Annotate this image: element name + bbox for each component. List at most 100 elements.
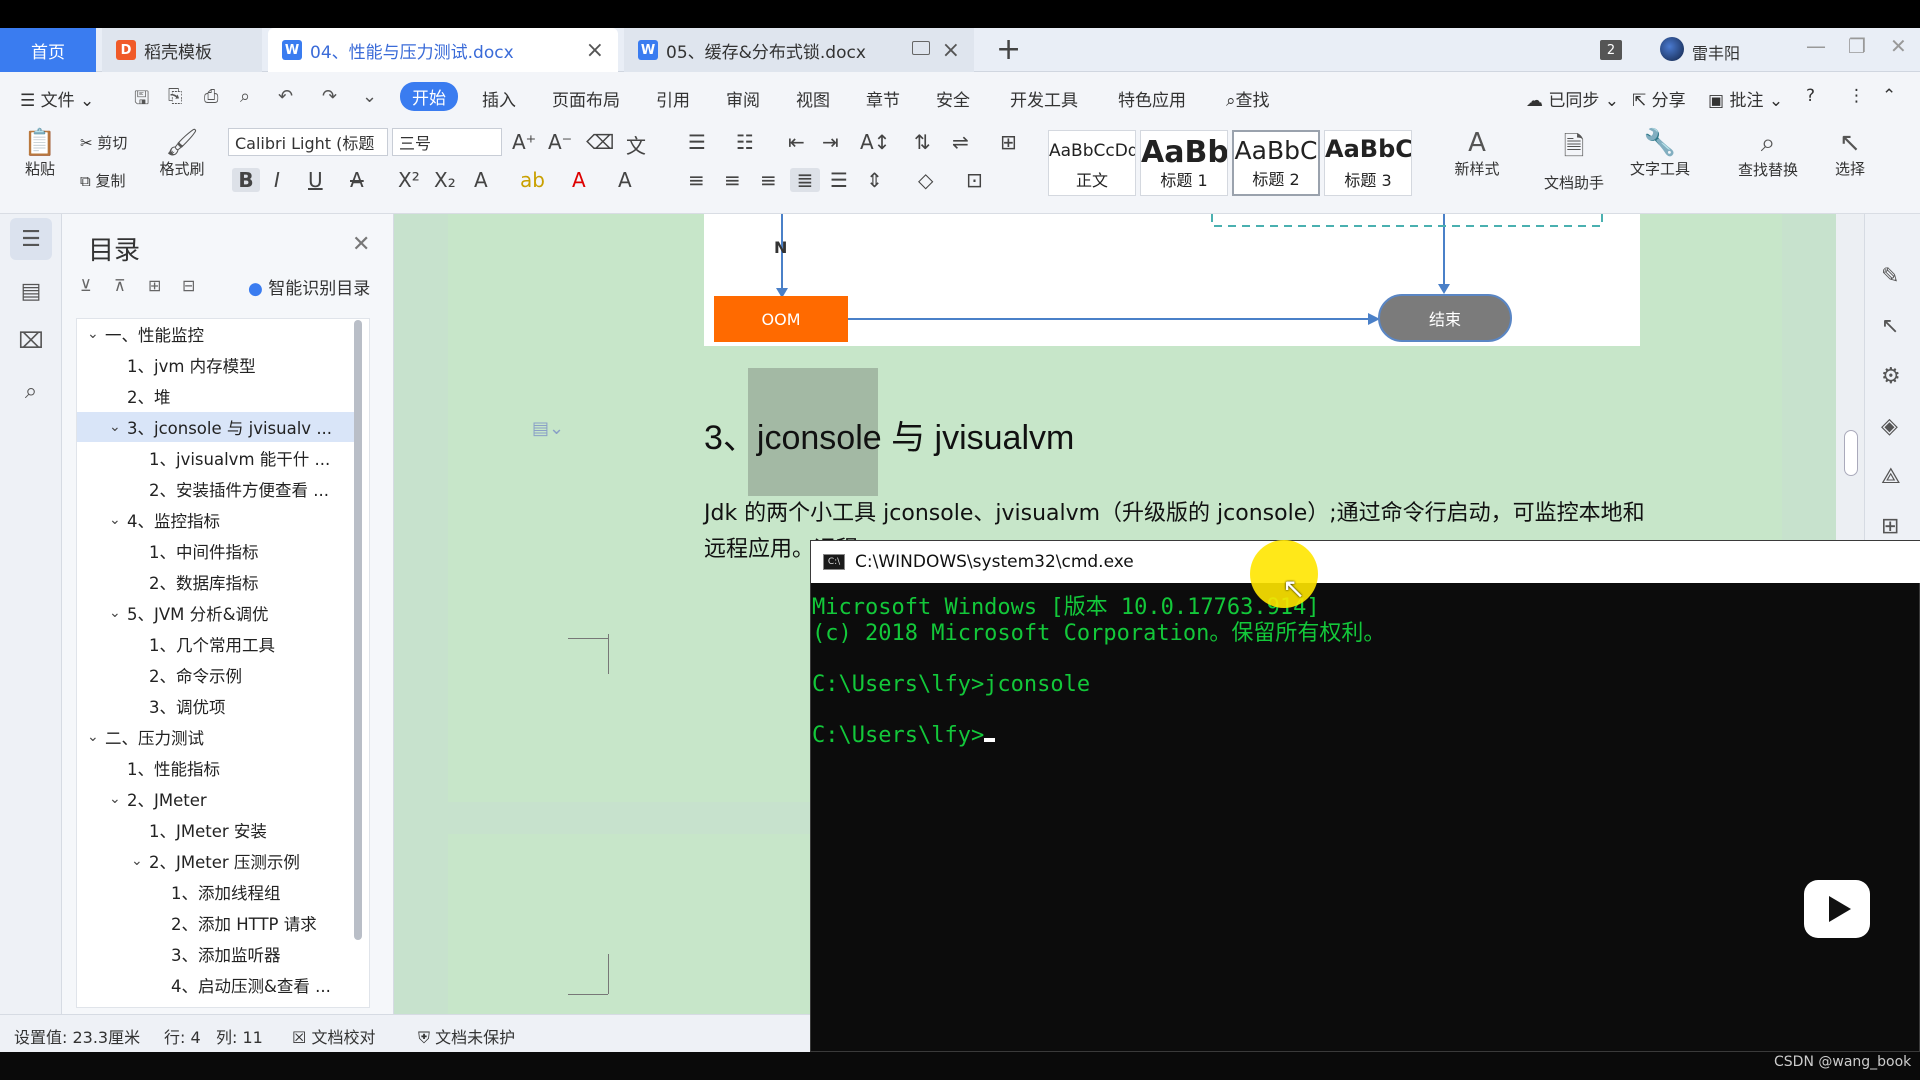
select-button[interactable]: ↖ 选择 [1820,128,1880,179]
bold-icon[interactable]: B [232,168,260,192]
toc-item[interactable]: 1、jvm 内存模型 [77,350,359,380]
paragraph-spacing-icon[interactable]: ⇕ [866,168,883,192]
justify-icon[interactable]: ≣ [790,168,820,192]
underline-icon[interactable]: U [308,168,323,192]
menu-insert[interactable]: 插入 [482,86,516,111]
bilibili-play-icon[interactable] [1804,880,1870,938]
help-icon[interactable]: ? [1806,86,1815,106]
print-icon[interactable]: ⎙ [204,86,218,107]
redo-icon[interactable]: ↷ [322,86,337,107]
menu-developer[interactable]: 开发工具 [1010,86,1078,111]
paste-button[interactable]: 📋 粘贴 [18,128,62,179]
style-heading-1[interactable]: AaBb 标题 1 [1140,130,1228,196]
restore-icon[interactable]: ❐ [1848,34,1866,58]
cmd-titlebar[interactable]: C:\ C:\WINDOWS\system32\cmd.exe [811,541,1920,583]
increase-indent-icon[interactable]: ⇥ [822,130,839,154]
toc-panel-icon[interactable]: ☰ [10,218,52,260]
menu-chapter[interactable]: 章节 [866,86,900,111]
tab-doc-performance[interactable]: W 04、性能与压力测试.docx × [268,28,618,72]
text-direction-icon[interactable]: A↕ [860,130,890,154]
toc-item[interactable]: 1、中间件指标 [77,536,359,566]
menu-search[interactable]: ⌕查找 [1226,86,1270,111]
pointer-icon[interactable]: ↖ [1881,314,1899,339]
shading-icon[interactable]: ◇ [918,168,933,192]
close-icon[interactable]: × [942,38,960,63]
close-icon[interactable]: × [586,38,604,63]
menu-reference[interactable]: 引用 [656,86,690,111]
sort-icon[interactable]: ⇅ [914,130,931,154]
chevron-down-icon[interactable]: ⌄ [109,419,127,435]
chevron-down-icon[interactable]: ⌄ [109,512,127,528]
toc-item[interactable]: ⌄ 2、JMeter 压测示例 [77,846,359,876]
menu-security[interactable]: 安全 [936,86,970,111]
shape-icon[interactable]: ◈ [1881,414,1898,439]
collapse-all-icon[interactable]: ⊼ [114,276,126,295]
toc-item[interactable]: ⌄ 5、JVM 分析&调优 [77,598,359,628]
cmd-output[interactable]: Microsoft Windows [版本 10.0.17763.914] (c)… [811,583,1920,1051]
toc-item[interactable]: 1、性能指标 [77,753,359,783]
window-count-badge[interactable]: 2 [1600,40,1622,60]
scroll-thumb[interactable] [1844,430,1858,476]
toc-item[interactable]: 3、添加监听器 [77,939,359,969]
smart-toc-button[interactable]: ● 智能识别目录 [248,274,370,299]
phonetic-icon[interactable]: 文 [626,130,646,159]
window-close-icon[interactable]: ✕ [1890,34,1907,58]
status-position-setting[interactable]: 设置值: 23.3厘米 [14,1024,140,1048]
share-button[interactable]: ⇱ 分享 [1632,86,1686,111]
section-heading[interactable]: 3、jconsole 与 jvisualvm [704,410,1074,459]
toc-item[interactable]: 2、添加 HTTP 请求 [77,908,359,938]
superscript-icon[interactable]: X² [398,168,420,192]
close-icon[interactable]: ✕ [352,232,370,257]
align-left-icon[interactable]: ≡ [688,168,705,192]
cut-button[interactable]: ✂ 剪切 [80,132,127,153]
line-spacing-icon[interactable]: ⇌ [952,130,969,154]
avatar[interactable] [1660,37,1684,61]
italic-icon[interactable]: I [274,168,280,192]
undo-icon[interactable]: ↶ [278,86,293,107]
grow-font-icon[interactable]: A⁺ [512,130,536,154]
tab-daoke-template[interactable]: D 稻壳模板 [102,28,262,72]
new-style-button[interactable]: A 新样式 [1442,128,1512,179]
tab-doc-cache[interactable]: W 05、缓存&分布式锁.docx × [624,28,974,72]
toc-item[interactable]: 1、jvisualvm 能干什 ... [77,443,359,473]
align-right-icon[interactable]: ≡ [760,168,777,192]
layers-icon[interactable]: ⟁ [1881,464,1901,489]
text-tools-button[interactable]: 🔧 文字工具 [1620,128,1700,179]
toc-item[interactable]: 2、数据库指标 [77,567,359,597]
tab-home[interactable]: 首页 [0,28,96,72]
chevron-down-icon[interactable]: ⌄ [87,326,105,342]
grid-icon[interactable]: ⊞ [1881,514,1899,539]
style-normal[interactable]: AaBbCcDd 正文 [1048,130,1136,196]
toc-scrollbar[interactable] [354,320,362,940]
collapse-ribbon-icon[interactable]: ⌃ [1882,86,1896,106]
style-heading-3[interactable]: AaBbC 标题 3 [1324,130,1412,196]
text-effect-icon[interactable]: A [474,168,488,192]
toc-item[interactable]: ⌄ 3、jconsole 与 jvisualv ... [77,412,359,442]
toc-item[interactable]: ⌄ 2、JMeter [77,784,359,814]
font-name-select[interactable]: Calibri Light (标题 [228,128,388,156]
menu-view[interactable]: 视图 [796,86,830,111]
cmd-window[interactable]: C:\ C:\WINDOWS\system32\cmd.exe Microsof… [810,540,1920,1052]
chapter-nav-icon[interactable]: ▤ [10,270,52,312]
copy-button[interactable]: ⧉ 复制 [80,170,126,191]
pen-icon[interactable]: ✎ [1881,264,1899,289]
toc-item[interactable]: 4、启动压测&查看 ... [77,970,359,1000]
file-menu[interactable]: ☰ 文件 ⌄ [20,86,94,111]
chevron-down-icon[interactable]: ⌄ [109,791,127,807]
toc-item[interactable]: 1、添加线程组 [77,877,359,907]
minimize-icon[interactable]: — [1806,34,1826,58]
toc-item[interactable]: ⌄ 4、监控指标 [77,505,359,535]
username[interactable]: 雷丰阳 [1692,40,1740,64]
distribute-icon[interactable]: ☰ [830,168,848,192]
highlight-icon[interactable]: ab [520,168,545,192]
export-icon[interactable]: ⎘ [168,86,182,107]
menu-features[interactable]: 特色应用 [1118,86,1186,111]
chevron-down-icon[interactable]: ⌄ [87,729,105,745]
protect-button[interactable]: ⛨ 文档未保护 [418,1024,515,1048]
toc-item[interactable]: ⌄ 二、压力测试 [77,722,359,752]
customize-icon[interactable]: ⌄ [362,86,377,107]
chevron-down-icon[interactable]: ⌄ [131,853,149,869]
style-heading-2[interactable]: AaBbC 标题 2 [1232,130,1320,196]
table-icon[interactable]: ⊞ [1000,130,1017,154]
paragraph-marker-icon[interactable]: ▤⌄ [532,418,564,439]
